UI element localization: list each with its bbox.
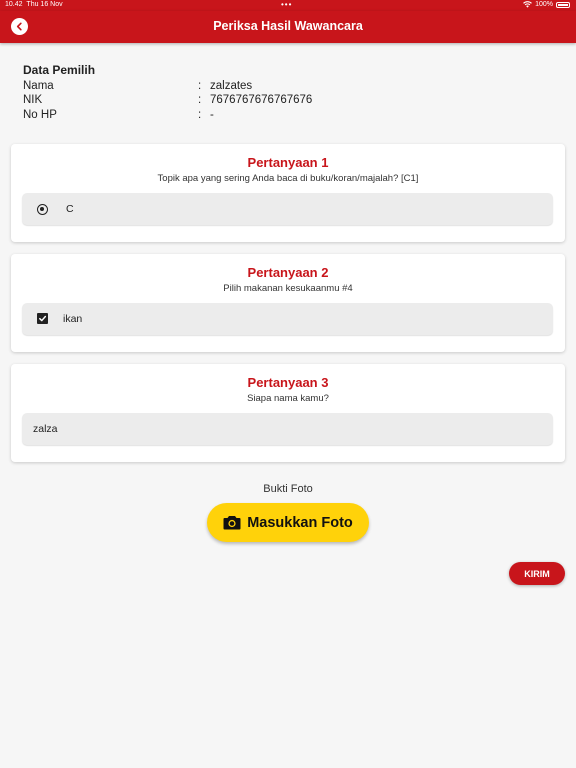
voter-name-value: zalzates — [210, 79, 253, 92]
question-text: Siapa nama kamu? — [247, 393, 329, 404]
separator: : — [198, 94, 202, 106]
photo-caption: Bukti Foto — [263, 483, 313, 495]
question-card-3: Pertanyaan 3 Siapa nama kamu? zalza — [11, 364, 565, 462]
add-photo-button[interactable]: Masukkan Foto — [207, 503, 369, 542]
question-text: Topik apa yang sering Anda baca di buku/… — [157, 173, 419, 184]
voter-phone-label: No HP — [23, 108, 57, 121]
app-bar: Periksa Hasil Wawancara — [0, 11, 576, 43]
radio-selected-icon[interactable] — [37, 204, 48, 215]
add-photo-label: Masukkan Foto — [247, 514, 353, 531]
voter-nik-value: 7676767676767676 — [210, 94, 313, 106]
answer-label: C — [66, 203, 74, 215]
battery-icon — [556, 1, 570, 8]
question-title: Pertanyaan 1 — [247, 155, 329, 170]
question-card-2: Pertanyaan 2 Pilih makanan kesukaanmu #4… — [11, 254, 565, 352]
answer-text-field[interactable]: zalza — [22, 413, 553, 445]
answer-option-radio[interactable]: C — [22, 193, 553, 225]
camera-icon — [223, 516, 241, 530]
question-card-1: Pertanyaan 1 Topik apa yang sering Anda … — [11, 144, 565, 242]
voter-nik-label: NIK — [23, 94, 43, 106]
page-title: Periksa Hasil Wawancara — [213, 19, 363, 33]
wifi-icon — [523, 1, 532, 8]
separator: : — [198, 79, 202, 92]
status-time: 10.42 Thu 16 Nov — [5, 1, 63, 8]
question-text: Pilih makanan kesukaanmu #4 — [223, 283, 353, 294]
question-title: Pertanyaan 3 — [247, 375, 329, 390]
separator: : — [198, 108, 202, 121]
status-bar: 10.42 Thu 16 Nov ••• 100% — [0, 0, 576, 11]
voter-data: Data Pemilih Nama : zalzates NIK : 76767… — [23, 63, 343, 122]
answer-label: ikan — [63, 313, 83, 325]
battery-percent: 100% — [535, 1, 553, 8]
answer-text-value: zalza — [33, 423, 58, 435]
checkbox-checked-icon[interactable] — [37, 313, 48, 324]
voter-phone-value: - — [210, 108, 214, 121]
voter-row-phone: No HP : - — [23, 108, 343, 123]
voter-row-name: Nama : zalzates — [23, 79, 343, 94]
status-right: 100% — [523, 1, 570, 8]
voter-row-nik: NIK : 7676767676767676 — [23, 93, 343, 108]
voter-name-label: Nama — [23, 79, 54, 92]
voter-data-heading: Data Pemilih — [23, 63, 96, 77]
multitasking-dots[interactable]: ••• — [281, 1, 292, 9]
question-title: Pertanyaan 2 — [247, 265, 329, 280]
submit-button[interactable]: KIRIM — [509, 562, 565, 585]
answer-option-checkbox[interactable]: ikan — [22, 303, 553, 335]
